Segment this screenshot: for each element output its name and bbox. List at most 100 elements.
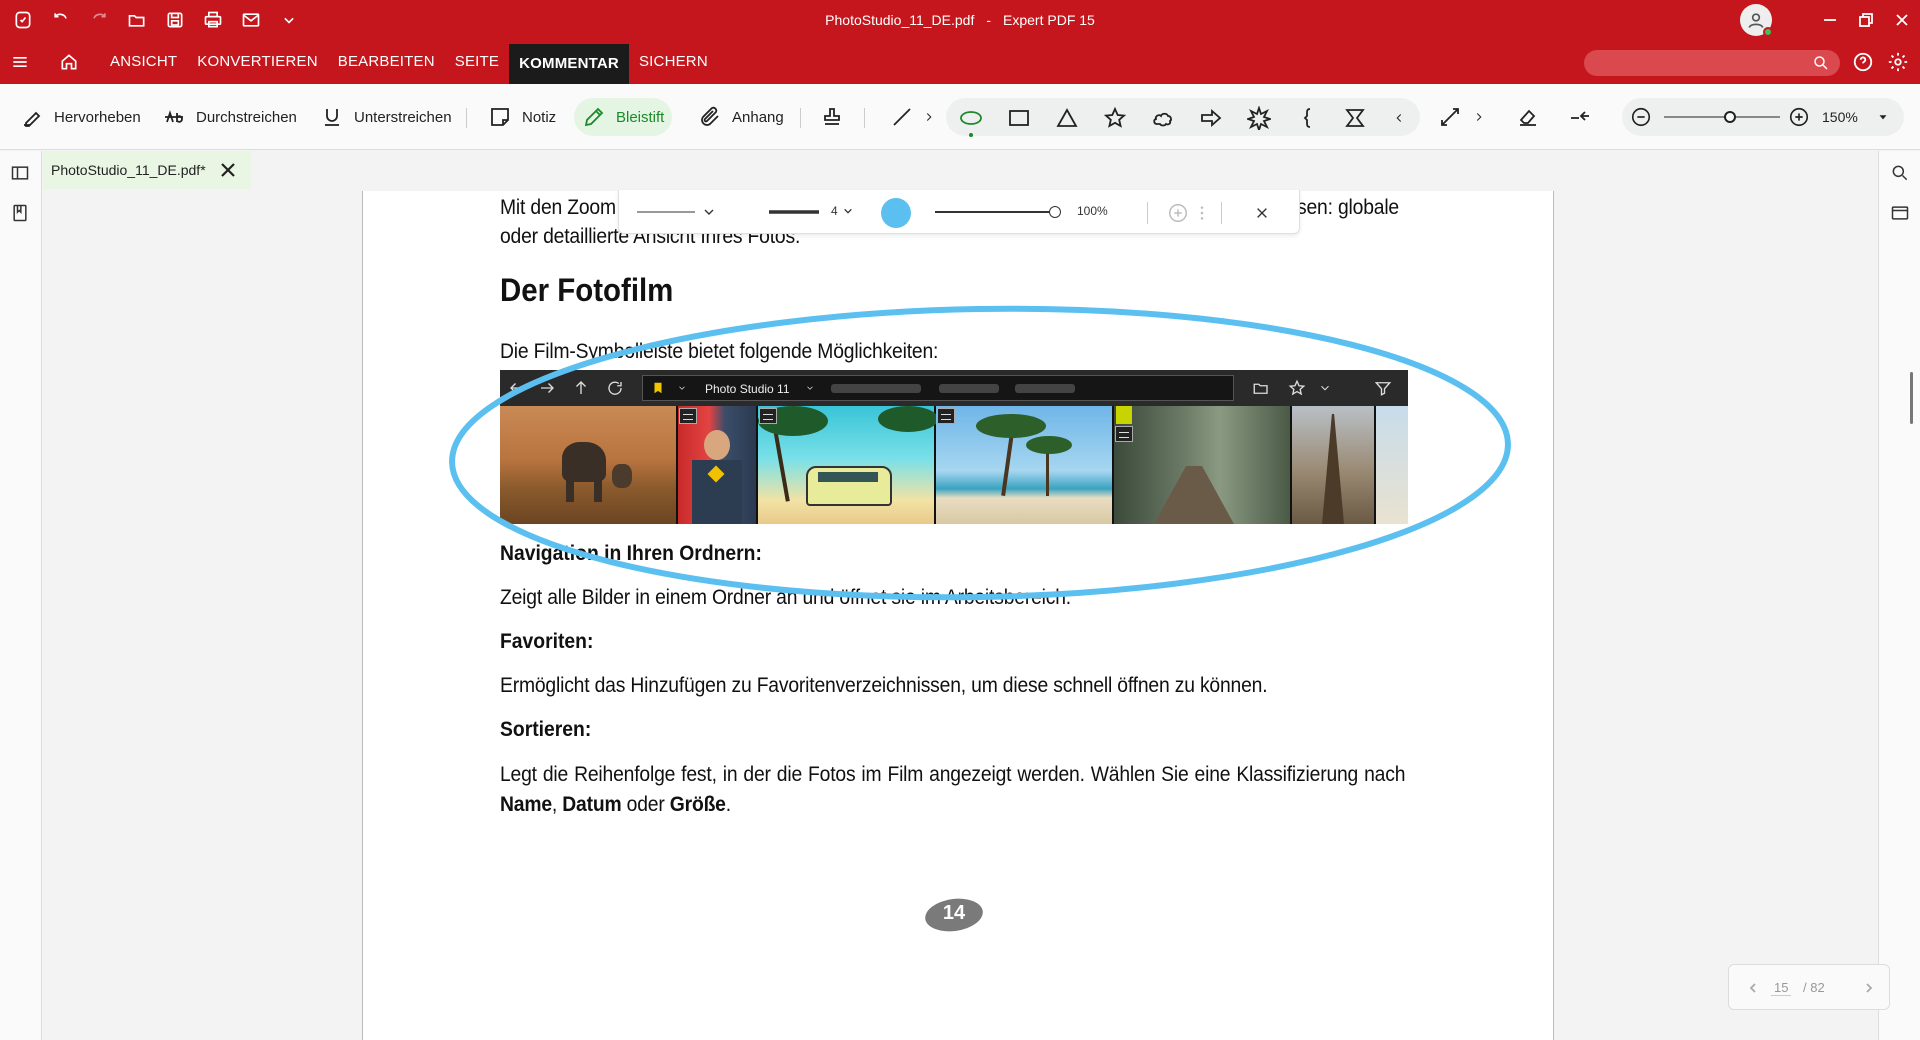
brace-tool[interactable] (1294, 105, 1320, 131)
line-icon (893, 108, 911, 126)
shapes-scroll-back[interactable] (1386, 105, 1412, 131)
page-navigator: 15 / 82 (1728, 964, 1890, 1010)
more-options-icon[interactable] (1199, 204, 1205, 222)
undo-icon[interactable] (46, 6, 76, 34)
cloud-tool[interactable] (1150, 105, 1176, 131)
title-bar: PhotoStudio_11_DE.pdf - Expert PDF 15 (0, 0, 1920, 40)
zoom-dropdown-icon[interactable] (1876, 110, 1890, 124)
window-title-separator: - (986, 12, 992, 28)
user-avatar[interactable] (1740, 4, 1773, 37)
attachment-tool-button[interactable]: Anhang (690, 98, 792, 136)
chevron-right-icon (926, 113, 932, 121)
color-picker-swatch[interactable] (881, 198, 911, 228)
close-tab-icon[interactable] (219, 161, 237, 179)
zoom-in-icon[interactable] (1788, 106, 1810, 128)
page-number-text: 14 (942, 902, 966, 924)
line-width-chevron-icon[interactable] (843, 206, 853, 216)
more-tools-chevron[interactable] (1472, 98, 1486, 136)
ribbon-separator (864, 108, 865, 128)
line-width-value[interactable]: 4 (831, 204, 838, 218)
pencil-tool-button[interactable]: Bleistift (574, 98, 673, 136)
menu-sichern[interactable]: SICHERN (629, 40, 718, 84)
bookmark-panel-icon[interactable] (10, 203, 32, 225)
zoom-level[interactable]: 150% (1822, 109, 1858, 125)
highlight-tool-button[interactable]: Hervorheben (12, 98, 149, 136)
close-window-button[interactable] (1884, 0, 1920, 40)
document-tabs: PhotoStudio_11_DE.pdf* (43, 151, 1877, 191)
properties-panel-icon[interactable] (1890, 203, 1912, 225)
close-toolbar-icon[interactable] (1255, 206, 1269, 220)
help-icon[interactable] (1852, 51, 1874, 78)
collapse-icon (1571, 111, 1589, 121)
ellipse-icon (960, 111, 982, 125)
attachment-label: Anhang (732, 108, 784, 126)
triangle-tool[interactable] (1054, 105, 1080, 131)
rectangle-icon (1009, 110, 1029, 126)
star-tool[interactable] (1102, 105, 1128, 131)
arrow-tool[interactable] (1198, 105, 1224, 131)
menu-kommentar[interactable]: KOMMENTAR (509, 44, 629, 84)
search-input[interactable] (1584, 50, 1840, 76)
save-icon[interactable] (160, 6, 190, 34)
shape-tools-group (946, 98, 1420, 137)
underline-icon (325, 109, 339, 126)
menu-bearbeiten[interactable]: BEARBEITEN (328, 40, 445, 84)
eraser-tool-button[interactable] (1508, 98, 1548, 136)
comment-ribbon: Hervorheben Durchstreichen Unterstreiche… (0, 84, 1920, 150)
window-title-file: PhotoStudio_11_DE.pdf (825, 12, 975, 28)
polygon-tool[interactable] (1342, 105, 1368, 131)
panel-toggle-icon[interactable] (10, 163, 32, 185)
burst-tool[interactable] (1246, 105, 1272, 131)
sort-heading: Sortieren: (500, 718, 592, 741)
annotation-format-toolbar: 4 100% (618, 190, 1300, 234)
minimize-icon (1824, 19, 1836, 21)
ribbon-separator (466, 108, 467, 128)
previous-page-icon[interactable] (1747, 982, 1759, 994)
chevron-right-icon (1476, 113, 1482, 121)
opacity-slider-handle[interactable] (1049, 206, 1061, 218)
settings-gear-icon[interactable] (1887, 51, 1909, 78)
add-circle-icon[interactable] (1167, 202, 1189, 224)
print-icon[interactable] (198, 6, 228, 34)
favorites-heading: Favoriten: (500, 630, 594, 653)
menu-ansicht[interactable]: ANSICHT (100, 40, 187, 84)
next-page-icon[interactable] (1863, 982, 1875, 994)
find-icon[interactable] (1890, 163, 1912, 185)
hamburger-menu-icon[interactable] (8, 50, 32, 74)
menu-konvertieren[interactable]: KONVERTIEREN (187, 40, 327, 84)
customize-chevron-icon[interactable] (274, 6, 304, 34)
underline-tool-button[interactable]: Unterstreichen (312, 98, 460, 136)
home-icon[interactable] (56, 50, 82, 74)
menu-seite[interactable]: SEITE (445, 40, 509, 84)
stamp-tool-button[interactable] (812, 98, 852, 136)
document-tab[interactable]: PhotoStudio_11_DE.pdf* (43, 151, 251, 189)
current-page-input[interactable]: 15 (1771, 980, 1792, 996)
opacity-slider-track[interactable] (935, 211, 1059, 213)
mail-icon[interactable] (236, 6, 266, 34)
line-style-dropdown[interactable] (637, 202, 717, 222)
strikethrough-icon (165, 110, 183, 123)
main-menu: ANSICHT KONVERTIEREN BEARBEITEN SEITE KO… (100, 40, 718, 84)
ellipse-tool[interactable] (958, 105, 984, 137)
restore-button[interactable] (1848, 0, 1884, 40)
measure-tool-button[interactable] (1430, 98, 1470, 136)
underline-label: Unterstreichen (354, 108, 452, 126)
sort-size-bold: Größe (669, 793, 726, 816)
ellipse-annotation[interactable] (440, 298, 1520, 608)
redo-icon[interactable] (84, 6, 114, 34)
rectangle-tool[interactable] (1006, 105, 1032, 131)
minimize-button[interactable] (1812, 0, 1848, 40)
shapes-scroll-left[interactable] (922, 98, 936, 136)
line-tool-button[interactable] (882, 98, 922, 136)
zoom-slider-handle[interactable] (1724, 111, 1736, 123)
highlight-label: Hervorheben (54, 108, 141, 126)
open-folder-icon[interactable] (122, 6, 152, 34)
vertical-scrollbar-thumb[interactable] (1910, 372, 1913, 424)
zoom-out-icon[interactable] (1630, 106, 1652, 128)
app-logo-icon[interactable] (8, 6, 38, 34)
collapse-ribbon-button[interactable] (1560, 98, 1600, 136)
note-tool-button[interactable]: Notiz (480, 98, 564, 136)
document-tab-label: PhotoStudio_11_DE.pdf* (51, 162, 206, 178)
zoom-slider-track[interactable] (1664, 116, 1780, 118)
strikethrough-tool-button[interactable]: Durchstreichen (154, 98, 305, 136)
